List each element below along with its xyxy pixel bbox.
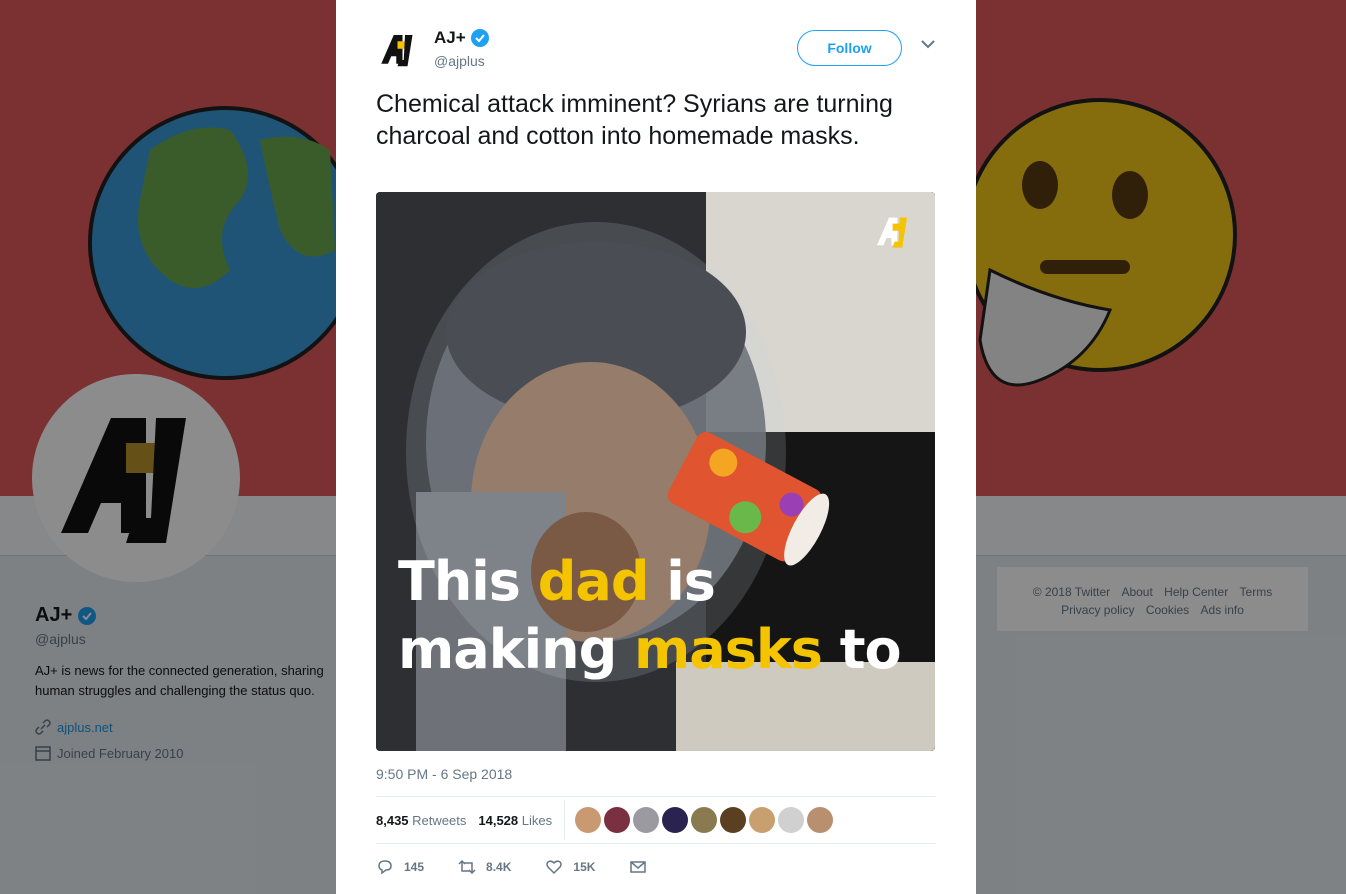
liker-avatar[interactable] [720, 807, 747, 833]
caption-line-1: This dad is [398, 550, 716, 613]
envelope-icon [630, 861, 647, 873]
tweet-timestamp[interactable]: 9:50 PM - 6 Sep 2018 [376, 766, 512, 782]
stats-divider [564, 800, 566, 840]
tweet-actions: 145 8.4K 15K [376, 856, 936, 878]
liker-avatar[interactable] [691, 807, 718, 833]
like-button[interactable]: 15K [545, 858, 595, 876]
tweet-header: AJ+ @ajplus Follow [376, 26, 936, 74]
reply-button[interactable]: 145 [376, 858, 424, 876]
liker-avatars [575, 807, 834, 833]
liker-avatar[interactable] [575, 807, 602, 833]
tweet-author-handle[interactable]: @ajplus [434, 53, 485, 69]
heart-icon [546, 860, 563, 875]
video-caption: This dad is making masks to [398, 548, 902, 684]
liker-avatar[interactable] [807, 807, 834, 833]
follow-button[interactable]: Follow [797, 30, 902, 66]
retweet-icon [458, 859, 476, 875]
liker-avatar[interactable] [662, 807, 689, 833]
liker-avatar[interactable] [778, 807, 805, 833]
verified-icon [470, 29, 489, 47]
liker-avatar[interactable] [633, 807, 660, 833]
aj-watermark-icon [877, 217, 907, 248]
reply-icon [378, 860, 392, 875]
tweet-author-name[interactable]: AJ+ [434, 28, 489, 48]
likes-stat[interactable]: 14,528 Likes [478, 813, 552, 828]
liker-avatar[interactable] [604, 807, 631, 833]
tweet-author-avatar[interactable] [376, 26, 424, 74]
liker-avatar[interactable] [749, 807, 776, 833]
retweet-button[interactable]: 8.4K [458, 858, 511, 876]
retweets-stat[interactable]: 8,435 Retweets [376, 813, 466, 828]
tweet-modal: AJ+ @ajplus Follow Chemical attack immin… [336, 0, 976, 894]
chevron-down-icon[interactable] [920, 36, 936, 52]
aj-logo-icon [381, 35, 413, 67]
direct-message-button[interactable] [629, 858, 647, 876]
tweet-text: Chemical attack imminent? Syrians are tu… [376, 90, 893, 150]
caption-line-2: making masks to [398, 618, 902, 681]
tweet-video[interactable]: This dad is making masks to [376, 192, 935, 751]
tweet-stats: 8,435 Retweets 14,528 Likes [376, 796, 936, 844]
